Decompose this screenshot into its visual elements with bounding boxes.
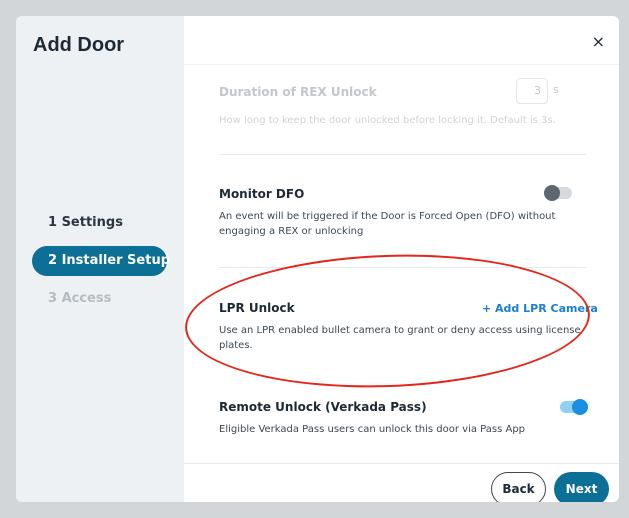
divider: [219, 267, 586, 268]
modal-title: Add Door: [33, 34, 125, 56]
dfo-toggle[interactable]: [544, 185, 572, 201]
rex-duration-input[interactable]: 3: [516, 78, 548, 104]
back-button[interactable]: Back: [491, 472, 546, 502]
add-lpr-camera-link[interactable]: + Add LPR Camera: [482, 302, 598, 315]
dfo-description: An event will be triggered if the Door i…: [219, 211, 556, 237]
footer-divider: [184, 463, 619, 464]
close-icon[interactable]: ×: [592, 34, 605, 50]
dfo-setting: Monitor DFO An event will be triggered i…: [219, 187, 589, 239]
step-settings[interactable]: 1 Settings: [32, 208, 139, 238]
remote-unlock-toggle[interactable]: [560, 399, 588, 415]
toggle-knob: [544, 185, 560, 201]
remote-unlock-title: Remote Unlock (Verkada Pass): [219, 400, 427, 414]
remote-unlock-setting: Remote Unlock (Verkada Pass) Eligible Ve…: [219, 400, 589, 437]
rex-unit: s: [553, 83, 559, 96]
lpr-description: Use an LPR enabled bullet camera to gran…: [219, 325, 581, 351]
step-access: 3 Access: [48, 291, 112, 306]
remote-unlock-description: Eligible Verkada Pass users can unlock t…: [219, 424, 526, 435]
divider: [219, 154, 586, 155]
next-button[interactable]: Next: [554, 472, 609, 502]
step-installer-setup[interactable]: 2 Installer Setup: [32, 246, 170, 276]
wizard-sidebar: Add Door 1 Settings 2 Installer Setup 3 …: [16, 16, 184, 502]
dfo-title: Monitor DFO: [219, 187, 305, 201]
rex-description: How long to keep the door unlocked befor…: [219, 115, 556, 126]
settings-panel: Duration of REX Unlock How long to keep …: [184, 65, 619, 465]
toggle-knob: [572, 399, 588, 415]
add-door-modal: Add Door 1 Settings 2 Installer Setup 3 …: [16, 16, 619, 502]
